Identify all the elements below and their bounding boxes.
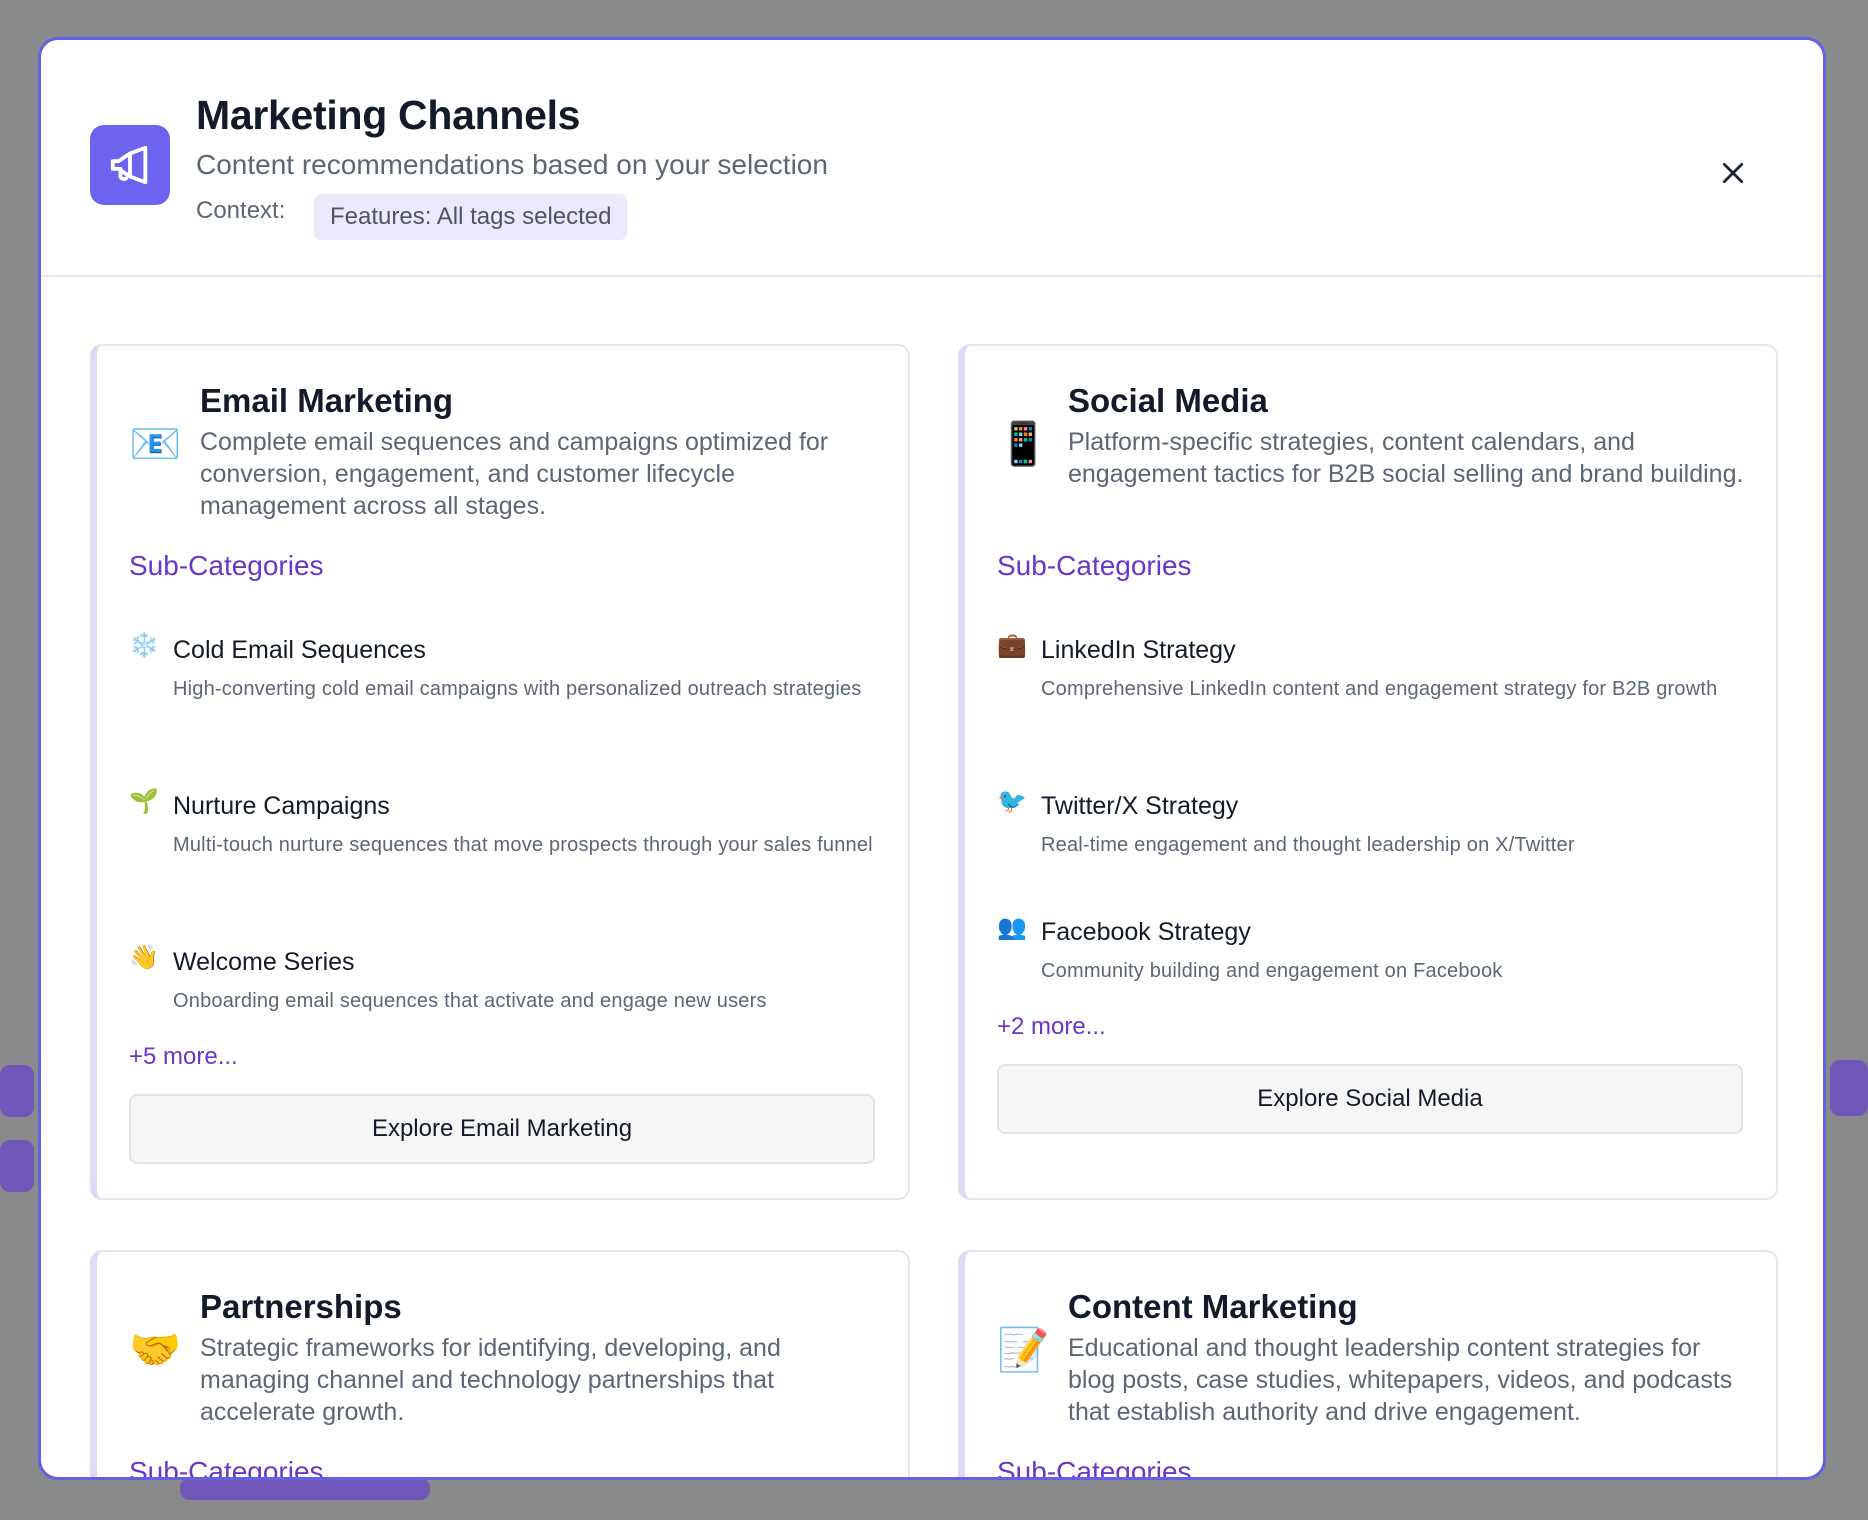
- subcategory-description: Multi-touch nurture sequences that move …: [173, 834, 873, 856]
- card-description: Complete email sequences and campaigns o…: [200, 428, 829, 520]
- subcategory-description: Community building and engagement on Fac…: [1041, 960, 1503, 982]
- modal-header: Marketing Channels Content recommendatio…: [41, 40, 1823, 277]
- context-label: Context:: [196, 197, 286, 224]
- channel-card-content-marketing: 📝 Content Marketing Educational and thou…: [958, 1250, 1778, 1480]
- people-icon: 👥: [997, 914, 1027, 941]
- mobile-phone-icon: 📱: [997, 420, 1050, 467]
- subcategory-description: Onboarding email sequences that activate…: [173, 990, 767, 1012]
- subcategory-title: Cold Email Sequences: [173, 636, 426, 664]
- seedling-icon: 🌱: [129, 788, 159, 815]
- explore-email-marketing-button[interactable]: Explore Email Marketing: [129, 1094, 875, 1164]
- card-title: Social Media: [1068, 382, 1268, 419]
- modal-subtitle: Content recommendations based on your se…: [196, 149, 828, 180]
- subcategory-title: Twitter/X Strategy: [1041, 792, 1239, 820]
- modal-title: Marketing Channels: [196, 92, 581, 138]
- subcategories-heading: Sub-Categories: [997, 550, 1192, 581]
- megaphone-icon: [90, 125, 170, 205]
- explore-social-media-button[interactable]: Explore Social Media: [997, 1064, 1743, 1134]
- subcategories-heading: Sub-Categories: [129, 1456, 324, 1480]
- subcategory-title: Facebook Strategy: [1041, 918, 1251, 946]
- subcategory-description: Comprehensive LinkedIn content and engag…: [1041, 678, 1718, 700]
- background-button: [0, 1065, 34, 1117]
- snowflake-icon: ❄️: [129, 632, 159, 659]
- subcategory-description: Real-time engagement and thought leaders…: [1041, 834, 1575, 856]
- subcategories-heading: Sub-Categories: [997, 1456, 1192, 1480]
- more-subcategories-link[interactable]: +2 more...: [997, 1013, 1106, 1041]
- bird-icon: 🐦: [997, 788, 1027, 815]
- more-subcategories-link[interactable]: +5 more...: [129, 1043, 238, 1071]
- modal-body: 📧 Email Marketing Complete email sequenc…: [41, 277, 1823, 1477]
- email-icon: 📧: [129, 420, 182, 467]
- card-title: Email Marketing: [200, 382, 454, 419]
- subcategory-title: Welcome Series: [173, 948, 355, 976]
- close-icon: [1722, 162, 1744, 184]
- card-description: Educational and thought leadership conte…: [1068, 1334, 1733, 1426]
- marketing-channels-modal: Marketing Channels Content recommendatio…: [38, 37, 1826, 1480]
- handshake-icon: 🤝: [129, 1326, 182, 1373]
- background-button: [1830, 1060, 1868, 1116]
- close-button[interactable]: [1713, 153, 1753, 193]
- briefcase-icon: 💼: [997, 632, 1027, 659]
- channel-card-partnerships: 🤝 Partnerships Strategic frameworks for …: [90, 1250, 910, 1480]
- card-description: Platform-specific strategies, content ca…: [1068, 428, 1744, 488]
- card-description: Strategic frameworks for identifying, de…: [200, 1334, 781, 1426]
- card-title: Partnerships: [200, 1288, 402, 1325]
- subcategories-heading: Sub-Categories: [129, 550, 324, 581]
- subcategory-description: High-converting cold email campaigns wit…: [173, 678, 862, 700]
- channel-card-social-media: 📱 Social Media Platform-specific strateg…: [958, 344, 1778, 1200]
- subcategory-title: LinkedIn Strategy: [1041, 636, 1236, 664]
- context-badge: Features: All tags selected: [314, 194, 628, 240]
- waving-hand-icon: 👋: [129, 944, 159, 971]
- channel-card-email-marketing: 📧 Email Marketing Complete email sequenc…: [90, 344, 910, 1200]
- background-button: [0, 1140, 34, 1192]
- subcategory-title: Nurture Campaigns: [173, 792, 390, 820]
- background-button: [180, 1478, 430, 1500]
- card-title: Content Marketing: [1068, 1288, 1358, 1325]
- memo-icon: 📝: [997, 1326, 1050, 1373]
